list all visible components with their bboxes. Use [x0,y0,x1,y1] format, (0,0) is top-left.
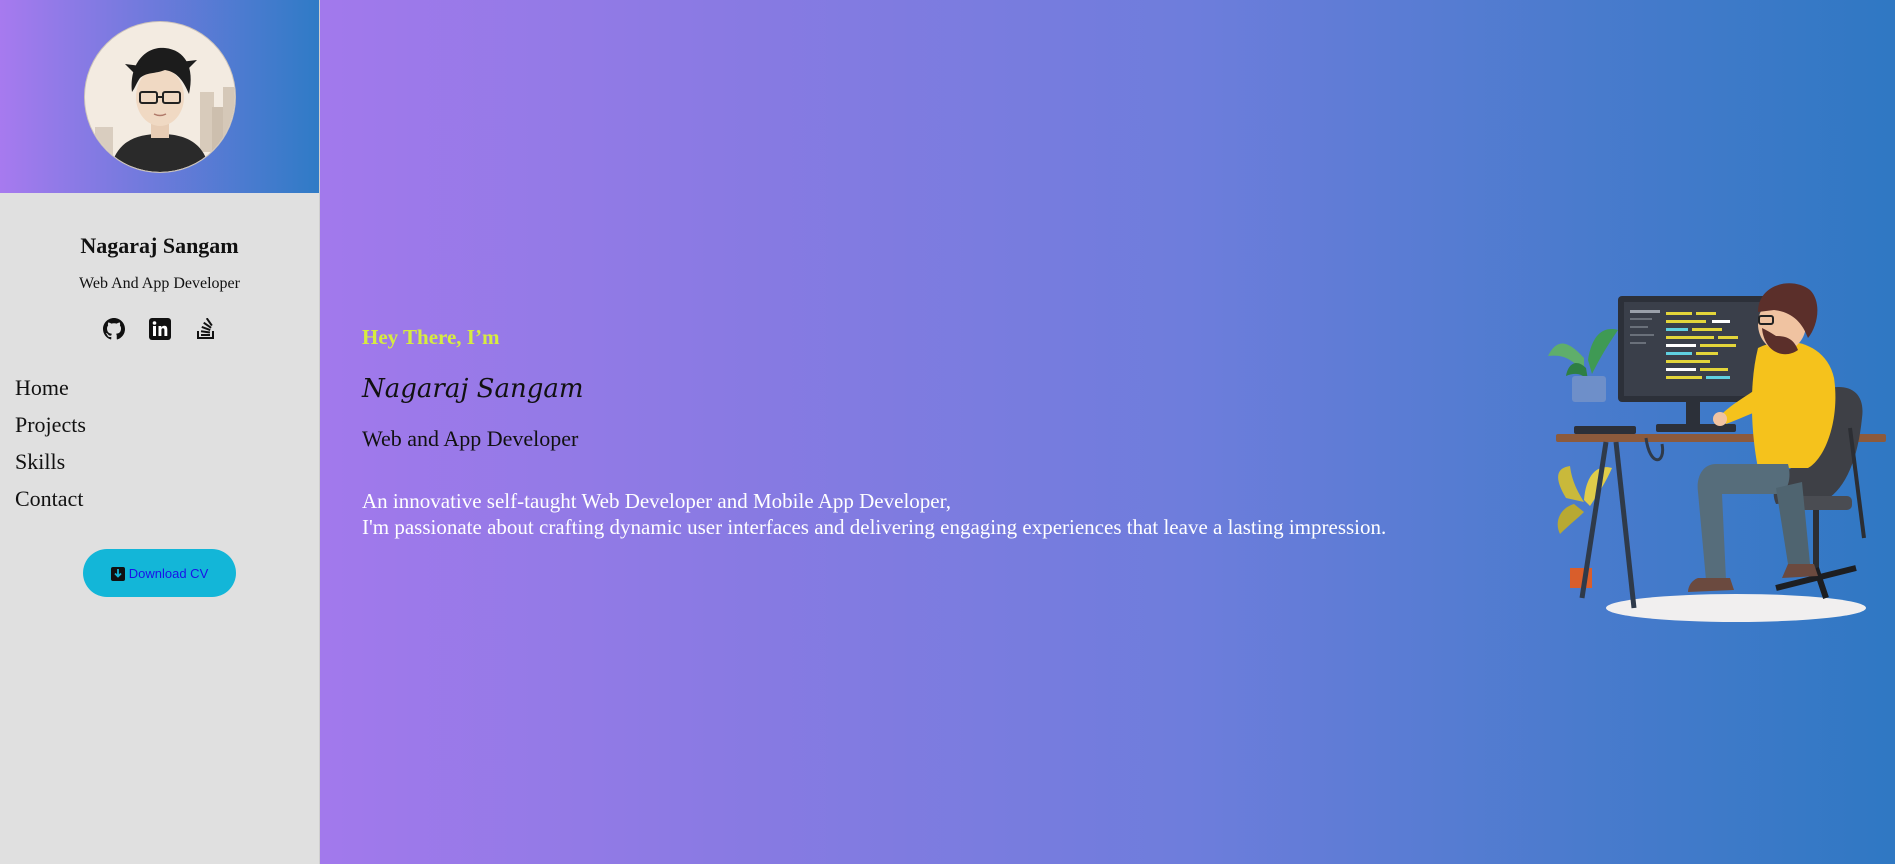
sidebar: Nagaraj Sangam Web And App Developer Hom… [0,0,320,864]
hero-description-line-1: An innovative self-taught Web Developer … [362,489,952,513]
stackoverflow-icon [196,318,214,339]
hero-name: Nagaraj Sangam [362,374,584,404]
download-cv-label: Download CV [128,565,209,581]
sidebar-role: Web And App Developer [79,275,240,292]
github-icon [102,318,125,340]
main-hero: Hey There, I’m Nagaraj Sangam Web and Ap… [320,0,1895,864]
avatar [83,20,236,173]
github-link[interactable] [102,317,126,341]
sidebar-header [0,0,319,193]
hero-text: Hey There, I’m Nagaraj Sangam Web and Ap… [362,325,1386,540]
hero-role: Web and App Developer [362,426,579,451]
hero-greeting: Hey There, I’m [362,325,500,349]
nav-item-skills[interactable]: Skills [15,443,319,480]
nav-item-contact[interactable]: Contact [15,480,319,517]
hero-description-line-2: I'm passionate about crafting dynamic us… [362,515,1387,539]
nav-item-projects[interactable]: Projects [15,406,319,443]
linkedin-link[interactable] [148,317,172,341]
nav-item-home[interactable]: Home [15,369,319,406]
download-wrap: Download CV [0,549,319,597]
page: Nagaraj Sangam Web And App Developer Hom… [0,0,1895,864]
stackoverflow-link[interactable] [194,317,218,341]
linkedin-icon [148,318,171,340]
sidebar-nav: Home Projects Skills Contact [0,369,319,517]
developer-illustration [1548,283,1886,622]
hero-description: An innovative self-taught Web Developer … [362,488,1386,540]
social-links [0,317,319,341]
sidebar-name: Nagaraj Sangam [80,233,239,258]
download-icon [110,567,125,581]
download-cv-button[interactable]: Download CV [83,549,236,597]
